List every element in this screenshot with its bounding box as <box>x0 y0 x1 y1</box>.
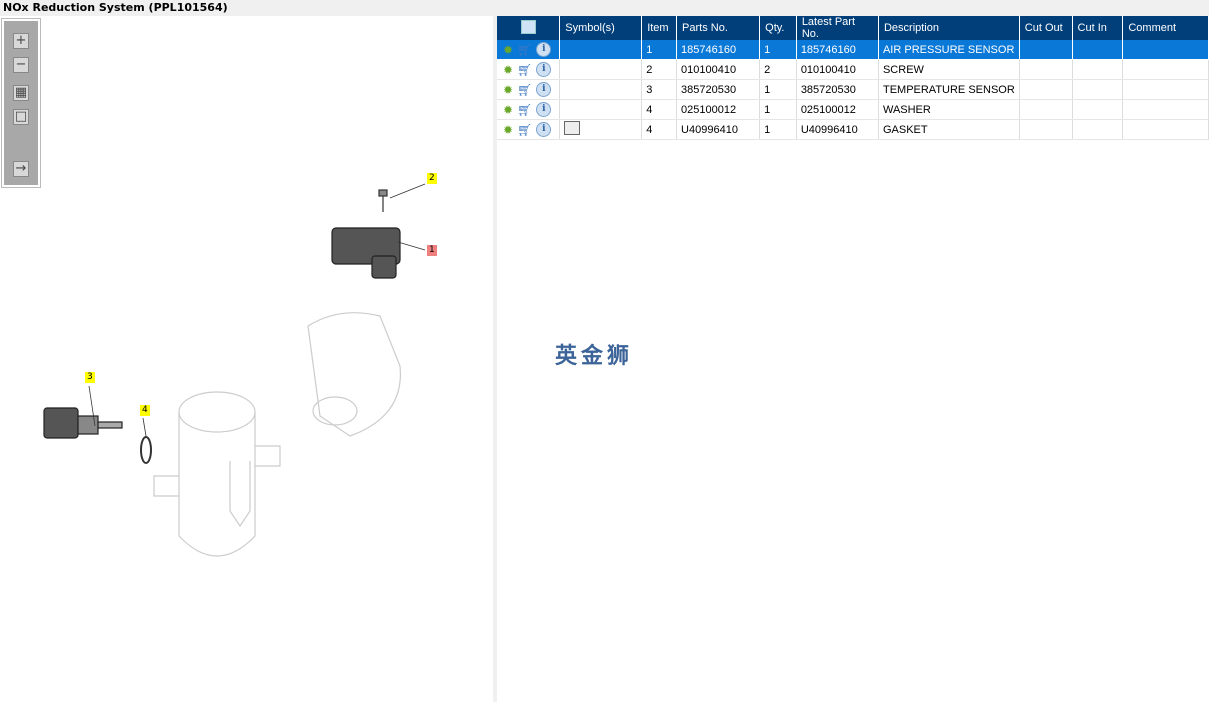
cut-in-cell <box>1072 79 1124 100</box>
parts-no-cell: 185746160 <box>676 40 761 60</box>
cut-in-cell <box>1072 59 1124 80</box>
parts-no-cell: 385720530 <box>676 79 761 100</box>
item-cell: 1 <box>641 40 678 60</box>
diagram-panel[interactable]: + − ▦ □ → 2 1 3 4 <box>0 16 493 702</box>
info-icon[interactable]: i <box>536 62 552 77</box>
cut-out-cell <box>1019 59 1073 80</box>
table-row[interactable]: ✹ 🛒︎ i 4 U40996410 1 U40996410 GASKET <box>497 119 1209 140</box>
symbol-cell <box>559 119 643 140</box>
gear-icon[interactable]: ✹ <box>503 83 513 97</box>
cart-icon[interactable]: 🛒︎ <box>517 43 532 57</box>
cut-out-cell <box>1019 119 1073 140</box>
table-row[interactable]: ✹ 🛒︎ i 4 025100012 1 025100012 WASHER <box>497 99 1209 120</box>
book-search-icon[interactable] <box>564 121 581 135</box>
comment-cell <box>1122 79 1209 100</box>
cut-out-cell <box>1019 79 1073 100</box>
symbol-cell <box>559 40 643 60</box>
header-comment[interactable]: Comment <box>1122 16 1209 40</box>
watermark: 英金狮 <box>555 344 634 369</box>
header-qty[interactable]: Qty. <box>759 16 797 40</box>
comment-cell <box>1122 99 1209 120</box>
temperature-sensor-drawing <box>43 407 123 439</box>
description-cell: GASKET <box>878 119 1020 140</box>
parts-no-cell: 025100012 <box>676 99 761 120</box>
qty-cell: 1 <box>759 99 797 120</box>
air-pressure-sensor-drawing <box>331 227 401 279</box>
screw-drawing <box>378 189 388 212</box>
symbol-cell <box>559 59 643 80</box>
cart-icon[interactable]: 🛒︎ <box>517 63 532 77</box>
qty-cell: 1 <box>759 119 797 140</box>
cart-icon[interactable]: 🛒︎ <box>517 123 532 137</box>
gear-icon[interactable]: ✹ <box>503 103 513 117</box>
description-cell: AIR PRESSURE SENSOR <box>878 40 1020 60</box>
find-in-diagram-icon <box>520 19 536 34</box>
cut-in-cell <box>1072 99 1124 120</box>
parts-no-cell: 010100410 <box>676 59 761 80</box>
comment-cell <box>1122 40 1209 60</box>
washer-drawing <box>140 436 152 464</box>
header-item[interactable]: Item <box>641 16 678 40</box>
qty-cell: 1 <box>759 79 797 100</box>
header-parts-no[interactable]: Parts No. <box>676 16 761 40</box>
gear-icon[interactable]: ✹ <box>503 63 513 77</box>
window-title: NOx Reduction System (PPL101564) <box>0 0 1209 16</box>
leader-lines <box>88 183 426 437</box>
description-cell: TEMPERATURE SENSOR <box>878 79 1020 100</box>
table-row[interactable]: ✹ 🛒︎ i 3 385720530 1 385720530 TEMPERATURE… <box>497 79 1209 100</box>
item-cell: 4 <box>641 99 678 120</box>
comment-cell <box>1122 59 1209 80</box>
table-row[interactable]: ✹ 🛒︎ i 2 010100410 2 010100410 SCREW <box>497 59 1209 80</box>
qty-cell: 2 <box>759 59 797 80</box>
callout-3[interactable]: 3 <box>85 372 95 383</box>
header-description[interactable]: Description <box>878 16 1020 40</box>
item-cell: 4 <box>641 119 678 140</box>
symbol-cell <box>559 79 643 100</box>
callout-2[interactable]: 2 <box>427 173 437 184</box>
header-cut-out[interactable]: Cut Out <box>1019 16 1073 40</box>
latest-part-no-cell: 185746160 <box>796 40 879 60</box>
cut-in-cell <box>1072 40 1124 60</box>
latest-part-no-cell: 385720530 <box>796 79 879 100</box>
latest-part-no-cell: 010100410 <box>796 59 879 80</box>
callout-4[interactable]: 4 <box>140 405 150 416</box>
parts-diagram <box>43 183 426 557</box>
header-find[interactable] <box>497 16 561 40</box>
gear-icon[interactable]: ✹ <box>503 43 513 57</box>
cut-in-cell <box>1072 119 1124 140</box>
item-cell: 2 <box>641 59 678 80</box>
symbol-cell <box>559 99 643 120</box>
info-icon[interactable]: i <box>536 122 552 137</box>
latest-part-no-cell: U40996410 <box>796 119 879 140</box>
header-symbols[interactable]: Symbol(s) <box>559 16 643 40</box>
table-row[interactable]: ✹ 🛒︎ i 1 185746160 1 185746160 AIR PRESSUR… <box>497 40 1209 60</box>
header-cut-in[interactable]: Cut In <box>1072 16 1124 40</box>
gear-icon[interactable]: ✹ <box>503 123 513 137</box>
parts-no-cell: U40996410 <box>676 119 761 140</box>
info-icon[interactable]: i <box>536 42 552 57</box>
housing-drawing <box>153 312 402 557</box>
description-cell: WASHER <box>878 99 1020 120</box>
latest-part-no-cell: 025100012 <box>796 99 879 120</box>
parts-table: Symbol(s) Item Parts No. Qty. Latest Par… <box>497 16 1209 140</box>
cart-icon[interactable]: 🛒︎ <box>517 103 532 117</box>
cut-out-cell <box>1019 99 1073 120</box>
info-icon[interactable]: i <box>536 82 552 97</box>
cut-out-cell <box>1019 40 1073 60</box>
description-cell: SCREW <box>878 59 1020 80</box>
item-cell: 3 <box>641 79 678 100</box>
header-latest-part-no[interactable]: Latest Part No. <box>796 16 879 40</box>
comment-cell <box>1122 119 1209 140</box>
qty-cell: 1 <box>759 40 797 60</box>
cart-icon[interactable]: 🛒︎ <box>517 83 532 97</box>
info-icon[interactable]: i <box>536 102 552 117</box>
parts-list-panel: Symbol(s) Item Parts No. Qty. Latest Par… <box>497 16 1209 702</box>
callout-1[interactable]: 1 <box>427 245 437 256</box>
